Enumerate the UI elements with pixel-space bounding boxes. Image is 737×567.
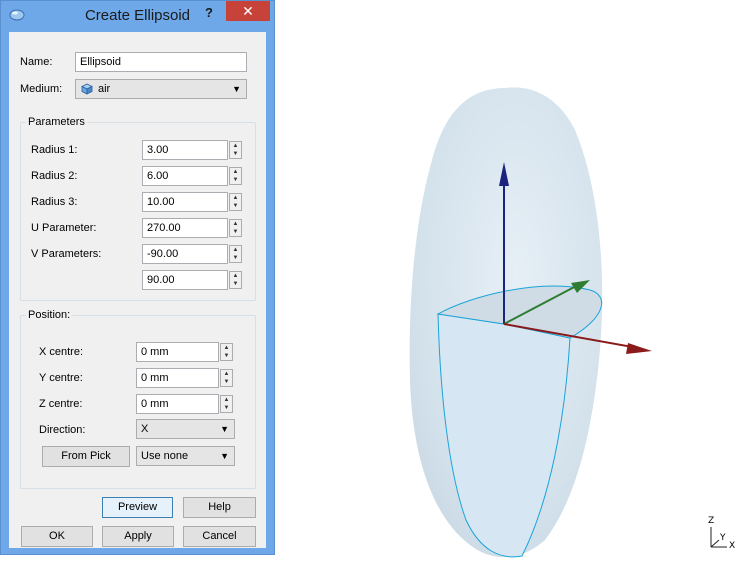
cube-icon bbox=[81, 83, 93, 95]
medium-value: air bbox=[98, 83, 111, 95]
apply-button[interactable]: Apply bbox=[102, 526, 174, 547]
direction-select[interactable]: X ▼ bbox=[136, 419, 235, 439]
radius3-label: Radius 3: bbox=[31, 196, 78, 208]
name-label: Name: bbox=[20, 56, 53, 68]
chevron-down-icon: ▼ bbox=[232, 84, 241, 94]
direction-label: Direction: bbox=[39, 424, 86, 436]
3d-viewport[interactable] bbox=[276, 0, 737, 567]
radius1-spinner[interactable]: ▲ ▼ bbox=[229, 141, 242, 159]
z-centre-label: Z centre: bbox=[39, 398, 83, 410]
cancel-button[interactable]: Cancel bbox=[183, 526, 256, 547]
triad-x-label: X bbox=[729, 541, 736, 551]
radius3-input[interactable]: 10.00 bbox=[142, 192, 228, 212]
ok-button[interactable]: OK bbox=[21, 526, 93, 547]
from-pick-button[interactable]: From Pick bbox=[42, 446, 130, 467]
preview-button[interactable]: Preview bbox=[102, 497, 173, 518]
radius2-label: Radius 2: bbox=[31, 170, 78, 182]
y-centre-spinner[interactable]: ▲ ▼ bbox=[220, 369, 233, 387]
chevron-down-icon: ▼ bbox=[220, 451, 229, 461]
direction-value: X bbox=[141, 423, 149, 435]
z-centre-input[interactable]: 0 mm bbox=[136, 394, 219, 414]
medium-label: Medium: bbox=[20, 83, 63, 95]
use-none-value: Use none bbox=[141, 450, 189, 462]
name-input[interactable]: Ellipsoid bbox=[75, 52, 247, 72]
triad-z-label: Z bbox=[708, 516, 715, 526]
v-parameter-start-input[interactable]: -90.00 bbox=[142, 244, 228, 264]
z-centre-spinner[interactable]: ▲ ▼ bbox=[220, 395, 233, 413]
use-none-select[interactable]: Use none ▼ bbox=[136, 446, 235, 466]
v-parameter-end-input[interactable]: 90.00 bbox=[142, 270, 228, 290]
chevron-down-icon: ▼ bbox=[220, 424, 229, 434]
medium-select[interactable]: air ▼ bbox=[75, 79, 247, 99]
radius2-spinner[interactable]: ▲ ▼ bbox=[229, 167, 242, 185]
u-parameter-spinner[interactable]: ▲ ▼ bbox=[229, 219, 242, 237]
v-parameter-start-spinner[interactable]: ▲ ▼ bbox=[229, 245, 242, 263]
parameters-group-title: Parameters bbox=[26, 116, 87, 128]
create-ellipsoid-dialog: Create Ellipsoid ? ✕ Name: Ellipsoid Med… bbox=[0, 0, 275, 555]
radius1-input[interactable]: 3.00 bbox=[142, 140, 228, 160]
y-centre-label: Y centre: bbox=[39, 372, 83, 384]
u-parameter-input[interactable]: 270.00 bbox=[142, 218, 228, 238]
help-button[interactable]: Help bbox=[183, 497, 256, 518]
dialog-body: Name: Ellipsoid Medium: air ▼ Parameters… bbox=[9, 32, 266, 548]
title-bar[interactable]: Create Ellipsoid ? ✕ bbox=[1, 1, 274, 31]
x-axis-arrow-icon bbox=[626, 343, 652, 354]
radius3-spinner[interactable]: ▲ ▼ bbox=[229, 193, 242, 211]
x-centre-label: X centre: bbox=[39, 346, 84, 358]
triad-y-label: Y bbox=[720, 533, 726, 543]
radius2-input[interactable]: 6.00 bbox=[142, 166, 228, 186]
x-centre-spinner[interactable]: ▲ ▼ bbox=[220, 343, 233, 361]
u-parameter-label: U Parameter: bbox=[31, 222, 97, 234]
v-parameter-end-spinner[interactable]: ▲ ▼ bbox=[229, 271, 242, 289]
help-icon[interactable]: ? bbox=[205, 5, 213, 20]
position-group-title: Position: bbox=[26, 309, 73, 321]
y-centre-input[interactable]: 0 mm bbox=[136, 368, 219, 388]
close-button[interactable]: ✕ bbox=[226, 1, 270, 21]
v-parameters-label: V Parameters: bbox=[31, 248, 102, 260]
x-centre-input[interactable]: 0 mm bbox=[136, 342, 219, 362]
radius1-label: Radius 1: bbox=[31, 144, 78, 156]
